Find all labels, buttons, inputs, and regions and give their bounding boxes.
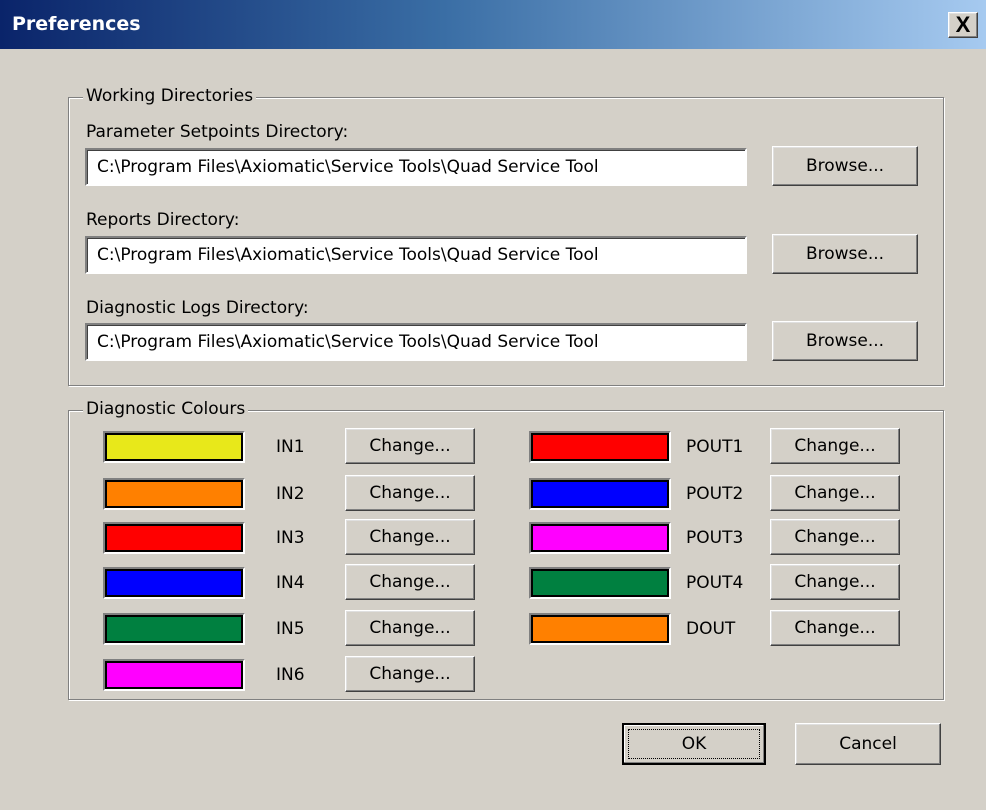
in2-colour-swatch [103,478,245,510]
browse-diagnostic-logs-button[interactable]: Browse... [772,321,918,361]
reports-directory-label: Reports Directory: [86,210,240,230]
in4-change-button[interactable]: Change... [345,564,475,600]
in4-label: IN4 [276,573,305,593]
close-button[interactable]: X [948,12,978,38]
pout1-label: POUT1 [686,437,744,457]
pout2-change-button[interactable]: Change... [770,475,900,511]
diagnostic-logs-label: Diagnostic Logs Directory: [86,298,309,318]
in5-label: IN5 [276,619,305,639]
in1-colour-swatch [103,431,245,463]
in5-change-button[interactable]: Change... [345,610,475,646]
diagnostic-colours-label: Diagnostic Colours [83,399,249,419]
cancel-button[interactable]: Cancel [795,723,941,765]
in3-colour-swatch [103,522,245,554]
pout2-label: POUT2 [686,484,744,504]
in3-change-button[interactable]: Change... [345,519,475,555]
pout1-colour-swatch [529,431,671,463]
ok-button[interactable]: OK [622,723,766,765]
dout-change-button[interactable]: Change... [770,610,900,646]
browse-reports-button[interactable]: Browse... [772,234,918,274]
window-title: Preferences [12,13,141,35]
in1-label: IN1 [276,437,305,457]
dout-colour-swatch [529,613,671,645]
close-icon: X [955,12,971,37]
browse-parameter-setpoints-button[interactable]: Browse... [772,146,918,186]
parameter-setpoints-label: Parameter Setpoints Directory: [86,122,349,142]
pout3-change-button[interactable]: Change... [770,519,900,555]
in2-label: IN2 [276,484,305,504]
pout2-colour-swatch [529,478,671,510]
in6-label: IN6 [276,665,305,685]
pout4-colour-swatch [529,567,671,599]
title-bar[interactable]: Preferences X [0,0,986,49]
pout4-change-button[interactable]: Change... [770,564,900,600]
in2-change-button[interactable]: Change... [345,475,475,511]
working-directories-label: Working Directories [83,86,257,106]
pout4-label: POUT4 [686,573,744,593]
pout1-change-button[interactable]: Change... [770,428,900,464]
in3-label: IN3 [276,528,305,548]
reports-directory-input[interactable] [85,236,747,274]
diagnostic-logs-input[interactable] [85,323,747,361]
dout-label: DOUT [686,619,736,639]
in6-change-button[interactable]: Change... [345,656,475,692]
pout3-colour-swatch [529,522,671,554]
in4-colour-swatch [103,567,245,599]
pout3-label: POUT3 [686,528,744,548]
parameter-setpoints-input[interactable] [85,148,747,186]
in5-colour-swatch [103,613,245,645]
in6-colour-swatch [103,659,245,691]
in1-change-button[interactable]: Change... [345,428,475,464]
ok-button-label: OK [681,734,707,754]
